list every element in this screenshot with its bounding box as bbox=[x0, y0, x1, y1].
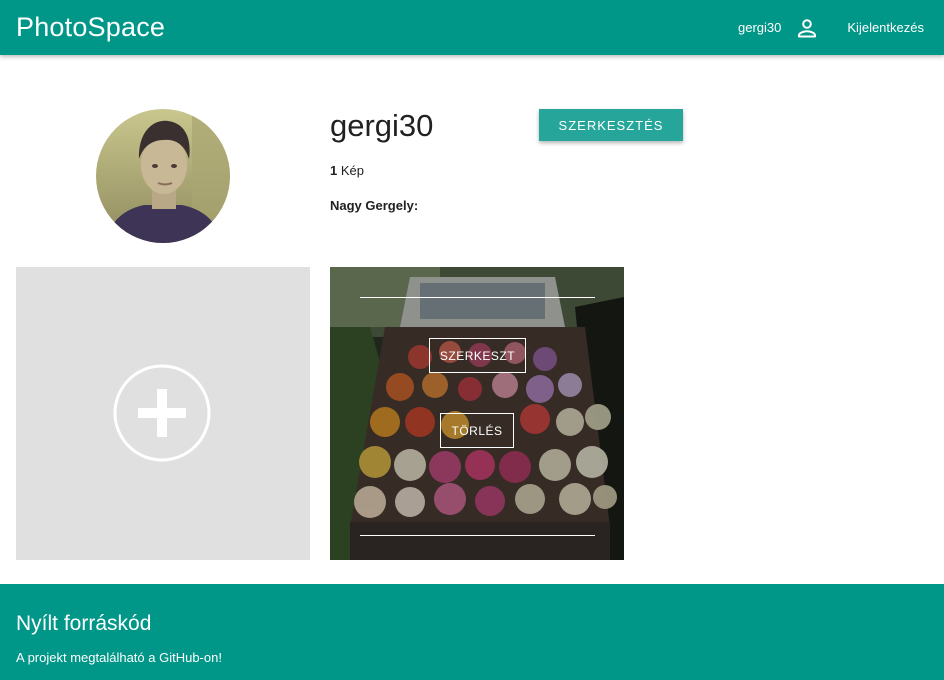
footer-text: A projekt megtalálható a GitHub-on! bbox=[16, 650, 222, 665]
edit-profile-button[interactable]: SZERKESZTÉS bbox=[539, 109, 683, 141]
photo-top-divider bbox=[360, 297, 595, 298]
add-photo-tile[interactable] bbox=[16, 267, 310, 560]
image-count-value: 1 bbox=[330, 163, 338, 178]
photo-bottom-divider bbox=[360, 535, 595, 536]
plus-circle-icon bbox=[113, 364, 211, 462]
top-navbar: PhotoSpace gergi30 Kijelentkezés bbox=[0, 0, 944, 55]
logout-link[interactable]: Kijelentkezés bbox=[847, 20, 924, 35]
person-icon[interactable] bbox=[795, 16, 819, 40]
brand-logo[interactable]: PhotoSpace bbox=[16, 12, 165, 43]
page-footer: Nyílt forráskód A projekt megtalálható a… bbox=[0, 584, 944, 680]
photo-card[interactable]: SZERKESZT TÖRLÉS bbox=[330, 267, 624, 560]
profile-username: gergi30 bbox=[330, 108, 434, 143]
nav-right: gergi30 Kijelentkezés bbox=[738, 16, 924, 40]
profile-full-name: Nagy Gergely: bbox=[330, 198, 419, 213]
photo-delete-button[interactable]: TÖRLÉS bbox=[440, 413, 514, 448]
image-count: 1 Kép bbox=[330, 163, 364, 178]
image-count-label: Kép bbox=[340, 163, 364, 178]
footer-title: Nyílt forráskód bbox=[16, 612, 152, 635]
avatar bbox=[96, 109, 230, 243]
photo-edit-button[interactable]: SZERKESZT bbox=[429, 338, 526, 373]
nav-username[interactable]: gergi30 bbox=[738, 20, 781, 35]
